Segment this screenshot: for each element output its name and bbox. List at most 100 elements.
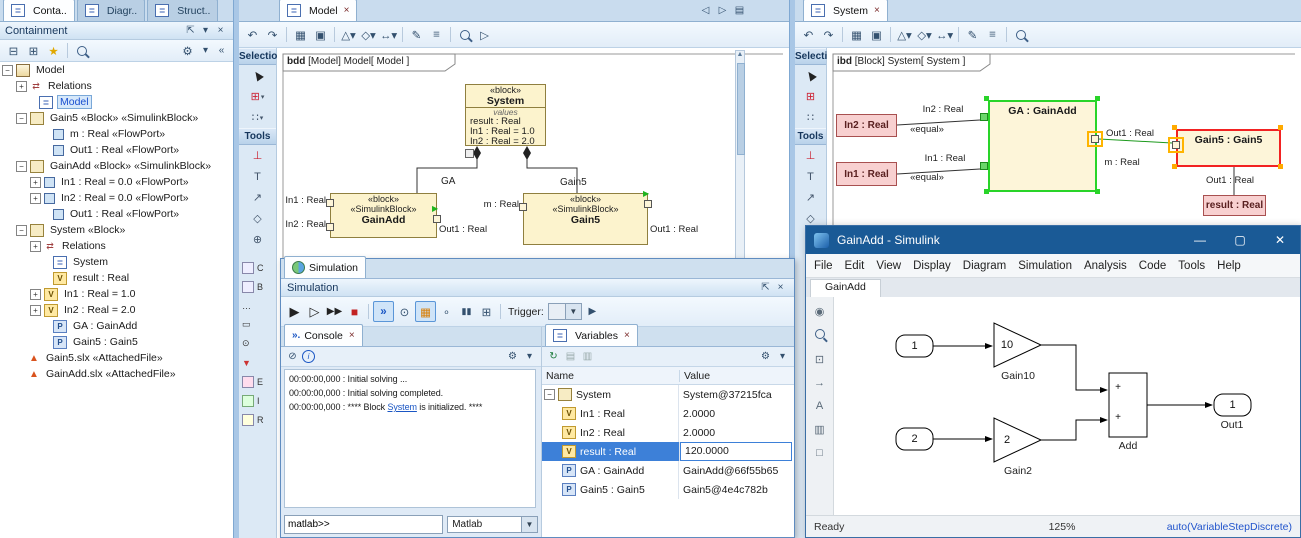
collapse-icon[interactable] [16, 225, 27, 236]
ga-in2-port[interactable] [980, 113, 988, 121]
inport2-block[interactable]: 2 [896, 433, 933, 445]
menu-analysis[interactable]: Analysis [1084, 260, 1127, 272]
menu-display[interactable]: Display [913, 260, 951, 272]
palette-group-common[interactable]: C [239, 258, 276, 277]
redo-icon[interactable]: ↷ [263, 25, 282, 44]
hide-panel-icon[interactable]: ▾ [198, 23, 213, 38]
gain10-value[interactable]: 10 [994, 339, 1020, 351]
expand-icon[interactable] [30, 241, 41, 252]
simulink-canvas[interactable]: 1 10 Gain10 2 2 Gain2 + + Add 1 Out1 [834, 297, 1300, 515]
variables-row-system[interactable]: System System@37215fca [542, 385, 794, 404]
menu-help[interactable]: Help [1217, 260, 1241, 272]
tree-item-model-diagram[interactable]: Model [0, 94, 233, 110]
tree-item-in1-port[interactable]: In1 : Real = 0.0 «FlowPort» [0, 174, 233, 190]
prev-tab-icon[interactable]: ◁ [698, 3, 713, 18]
fit-view-icon[interactable]: ⊡ [815, 353, 824, 366]
expand-icon[interactable] [30, 193, 41, 204]
inport1-block[interactable]: 1 [896, 340, 933, 352]
variables-row-ga[interactable]: GA : GainAdd GainAdd@66f55b65 [542, 461, 794, 480]
tab-system-diagram[interactable]: System × [803, 0, 888, 21]
selection-handle[interactable] [1172, 164, 1177, 169]
zoom-icon[interactable] [815, 329, 825, 342]
shape-dropdown-icon[interactable]: △▾ [895, 25, 914, 44]
part-tool-icon[interactable]: T [795, 166, 826, 187]
refresh-icon[interactable]: ↻ [546, 349, 561, 364]
gain10-label[interactable]: Gain10 [988, 370, 1048, 382]
variables-row-gain5[interactable]: Gain5 : Gain5 Gain5@4e4c782b [542, 480, 794, 499]
tree-item-in1-value[interactable]: In1 : Real = 1.0 [0, 286, 233, 302]
menu-file[interactable]: File [814, 260, 833, 272]
selection-handle[interactable] [1095, 96, 1100, 101]
library-browser-icon[interactable]: ◉ [815, 305, 825, 318]
expand-all-icon[interactable]: ⊞ [24, 41, 43, 60]
info-icon[interactable]: i [302, 350, 315, 363]
selection-handle[interactable] [984, 189, 989, 194]
equal-stereotype-label[interactable]: «equal» [903, 124, 951, 135]
options-icon[interactable]: ⊞ [477, 302, 496, 321]
variables-row-in2[interactable]: In2 : Real 2.0000 [542, 423, 794, 442]
search-icon[interactable] [72, 41, 91, 60]
gain5-edge-label[interactable]: Gain5 [560, 177, 587, 188]
scroll-up-icon[interactable]: ▲ [737, 51, 744, 58]
menu-tools[interactable]: Tools [1178, 260, 1205, 272]
close-tab-icon[interactable]: × [344, 5, 350, 16]
add-label[interactable]: Add [1098, 440, 1158, 452]
tab-model-diagram[interactable]: Model × [279, 0, 357, 21]
ga-out1-port[interactable] [1091, 135, 1099, 143]
step-icon[interactable]: ▷ [305, 302, 324, 321]
gain5-m-port[interactable] [519, 203, 527, 211]
export-icon[interactable]: ▤ [563, 349, 578, 364]
tab-list-icon[interactable]: ▤ [732, 3, 747, 18]
layout-icon[interactable]: ≡ [427, 25, 446, 44]
gain5-out1-label[interactable]: Out1 : Real [1204, 175, 1256, 186]
note-icon[interactable]: ✎ [407, 25, 426, 44]
tab-variables[interactable]: Variables × [545, 324, 638, 346]
float-panel-icon[interactable]: ⇱ [758, 280, 773, 295]
run-icon[interactable]: ▷ [475, 25, 494, 44]
gain2-value[interactable]: 2 [994, 434, 1020, 446]
note-icon[interactable]: ✎ [963, 25, 982, 44]
signal-icon[interactable]: → [814, 377, 825, 389]
gainadd-port-in1-label[interactable]: In1 : Real [279, 195, 326, 206]
maximize-icon[interactable]: ▢ [1220, 226, 1260, 254]
selection-handle[interactable] [1172, 125, 1177, 130]
collapse-icon[interactable] [544, 389, 555, 400]
pause-icon[interactable]: ▮▮ [457, 302, 476, 321]
gain5-port-out1-label[interactable]: Out1 : Real [650, 224, 698, 235]
gain5-out1-port[interactable] [644, 200, 652, 208]
sticky-tool-icon[interactable]: ∷▾ [239, 107, 276, 128]
zoom-icon[interactable] [1011, 25, 1030, 44]
ga-in1-port[interactable] [980, 162, 988, 170]
gainadd-out1-port[interactable] [433, 215, 441, 223]
magnifier-tool-icon[interactable]: ⊞▾ [239, 86, 276, 107]
tree-item-result-value[interactable]: result : Real [0, 270, 233, 286]
tree-item-ga-part[interactable]: GA : GainAdd [0, 318, 233, 334]
part-result[interactable]: result : Real [1203, 195, 1266, 216]
collapse-icon[interactable] [2, 65, 13, 76]
arrow-dropdown-icon[interactable]: ↔▾ [935, 25, 954, 44]
minimize-icon[interactable]: — [1180, 226, 1220, 254]
dependency-tool-icon[interactable]: ◇ [239, 208, 276, 229]
minimize-toolbar-icon[interactable]: « [214, 43, 229, 58]
selection-handle[interactable] [984, 96, 989, 101]
collapse-icon[interactable] [16, 113, 27, 124]
settings-gear-icon[interactable]: ⚙ [178, 41, 197, 60]
tab-simulation[interactable]: Simulation [284, 256, 366, 278]
relation-dropdown-icon[interactable]: ◇▾ [359, 25, 378, 44]
engine-dropdown[interactable]: Matlab ▼ [447, 516, 538, 533]
redo-icon[interactable]: ↷ [819, 25, 838, 44]
close-icon[interactable]: ✕ [1260, 226, 1300, 254]
column-header-name[interactable]: Name [542, 370, 680, 382]
equal-stereotype-label[interactable]: «equal» [903, 172, 951, 183]
outport-block[interactable]: 1 [1214, 399, 1251, 411]
palette-selection-header[interactable]: Selection [239, 48, 276, 65]
undo-icon[interactable]: ↶ [799, 25, 818, 44]
sticky-tool-icon[interactable]: ∷ [795, 107, 826, 128]
palette-group-rect[interactable]: ▭ [239, 315, 276, 334]
system-block[interactable]: «block» System values result : Real In1 … [465, 84, 546, 146]
expand-icon[interactable] [30, 177, 41, 188]
tree-item-in2-value[interactable]: In2 : Real = 2.0 [0, 302, 233, 318]
tree-item-out1-port[interactable]: Out1 : Real «FlowPort» [0, 142, 233, 158]
palette-group-i[interactable]: I [239, 391, 276, 410]
gear-dropdown-icon[interactable]: ▾ [522, 349, 537, 364]
